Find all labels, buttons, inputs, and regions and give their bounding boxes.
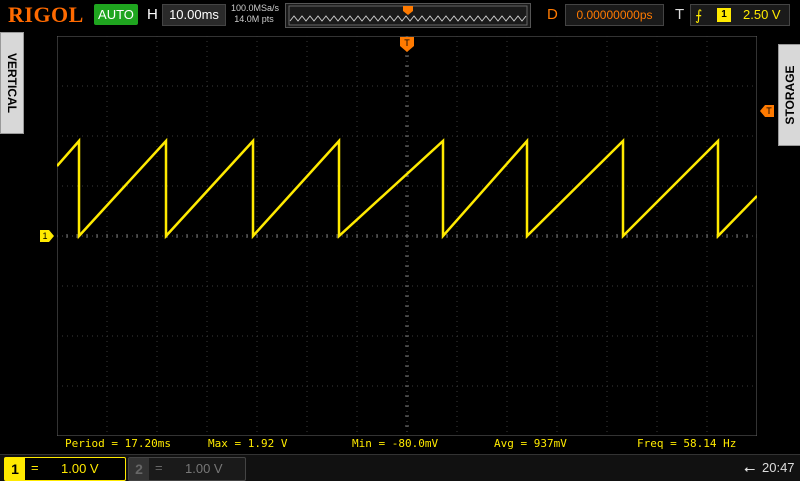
- trigger-level-label: T: [766, 106, 772, 116]
- usb-icon: ⭠: [744, 460, 756, 476]
- measurement-period: Period = 17.20ms: [65, 437, 171, 450]
- storage-tab-label: STORAGE: [783, 65, 797, 125]
- rising-edge-icon: ⨍: [695, 7, 703, 23]
- waveform-grid: [56, 35, 758, 437]
- system-clock: 20:47: [762, 460, 795, 475]
- channel-2-button[interactable]: 2 = 1.00 V: [128, 457, 246, 481]
- measurement-max: Max = 1.92 V: [208, 437, 288, 450]
- trigger-source-badge: 1: [717, 8, 731, 22]
- channel-2-number: 2: [129, 458, 149, 480]
- trigger-position-marker: [403, 6, 413, 15]
- channel-1-button[interactable]: 1 = 1.00 V: [4, 457, 126, 481]
- memory-depth: 14.0M pts: [234, 14, 274, 24]
- channel-1-number: 1: [5, 458, 25, 480]
- vertical-tab-label: VERTICAL: [5, 53, 19, 113]
- trigger-level-marker[interactable]: T: [759, 104, 775, 118]
- trigger-level-value: 2.50 V: [743, 7, 781, 22]
- delay-label: D: [547, 6, 558, 23]
- bottom-status-bar: 1 = 1.00 V 2 = 1.00 V ⭠ 20:47: [0, 454, 800, 481]
- memory-overview-bar: [285, 3, 531, 28]
- storage-menu-tab[interactable]: STORAGE: [778, 44, 800, 146]
- brand-logo: RIGOL: [8, 2, 84, 27]
- channel-1-scale: 1.00 V: [61, 461, 99, 476]
- vertical-menu-tab[interactable]: VERTICAL: [0, 32, 24, 134]
- trigger-settings[interactable]: ⨍ 1 2.50 V: [690, 4, 790, 26]
- trigger-label: T: [675, 6, 685, 23]
- sample-rate: 100.0MSa/s: [231, 3, 280, 13]
- ch1-ground-label: 1: [42, 231, 47, 241]
- measurement-bar: Period = 17.20ms Max = 1.92 V Min = -80.…: [57, 436, 757, 452]
- measurement-avg: Avg = 937mV: [494, 437, 567, 450]
- measurement-min: Min = -80.0mV: [352, 437, 439, 450]
- trigger-position-label: T: [404, 38, 410, 48]
- horizontal-label: H: [147, 6, 158, 23]
- top-bar: RIGOL AUTO H 10.00ms 100.0MSa/s 14.0M pt…: [0, 0, 800, 30]
- timebase-value[interactable]: 10.00ms: [162, 4, 226, 26]
- waveform-display[interactable]: [56, 35, 758, 437]
- trigger-position-top-marker[interactable]: T: [399, 36, 415, 54]
- memory-waveform-preview: [288, 5, 528, 26]
- channel-2-scale: 1.00 V: [185, 461, 223, 476]
- measurement-freq: Freq = 58.14 Hz: [637, 437, 737, 450]
- dc-coupling-icon: =: [31, 460, 39, 475]
- acquisition-info: 100.0MSa/s 14.0M pts: [231, 3, 280, 25]
- delay-value[interactable]: 0.00000000ps: [565, 4, 664, 26]
- ch1-ground-marker[interactable]: 1: [39, 229, 55, 243]
- dc-coupling-icon: =: [155, 460, 163, 475]
- run-status-button[interactable]: AUTO: [94, 4, 138, 25]
